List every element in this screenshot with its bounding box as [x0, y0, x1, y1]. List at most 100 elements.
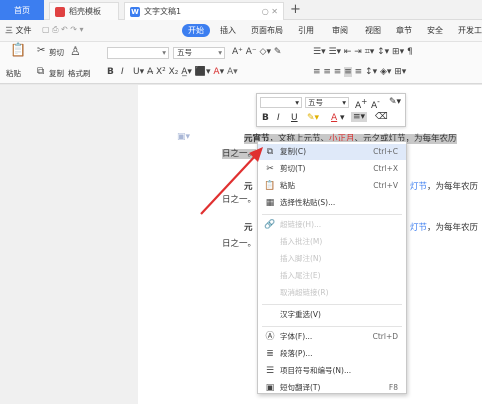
docer-logo-icon: [55, 6, 65, 17]
menu-separator: [262, 304, 402, 305]
mini-bold-button[interactable]: B: [262, 113, 269, 123]
menu-bullets-numbering[interactable]: ☰ 项目符号和编号(N)...: [258, 363, 406, 379]
paragraph-icon: ≣: [266, 349, 274, 359]
menu-copy-label: 复制(C): [280, 147, 307, 156]
menu-sections[interactable]: 章节: [396, 25, 412, 36]
italic-icon[interactable]: I: [121, 66, 124, 78]
font-name-select[interactable]: ▾: [107, 47, 169, 59]
bold-icon[interactable]: B: [107, 66, 114, 78]
menu-developer[interactable]: 开发工: [458, 25, 482, 36]
chevron-down-icon: ▾: [295, 98, 299, 107]
clear-format-icon[interactable]: ✎▾: [389, 97, 401, 107]
menu-cut[interactable]: ✂ 剪切(T) Ctrl+X: [258, 161, 406, 177]
doc-line-5-text: ，为每年农历: [427, 223, 479, 233]
menu-layout[interactable]: 页面布局: [251, 25, 283, 36]
menu-hyperlink: 🔗 超链接(H)...: [258, 217, 406, 233]
chevron-down-icon: ▾: [162, 48, 166, 57]
menu-paragraph[interactable]: ≣ 段落(P)...: [258, 346, 406, 362]
ribbon-toolbar: 📋 粘贴 ✂ 剪切 ♙ ⧉ 复制 格式刷 ▾ 五号 ▾ A⁺ A⁻ ◇▾ ✎ B …: [0, 42, 482, 84]
tab-document-label: 文字文稿1: [144, 7, 182, 16]
cut-label[interactable]: 剪切: [49, 47, 64, 58]
context-menu: ⧉ 复制(C) Ctrl+C ✂ 剪切(T) Ctrl+X 📋 粘贴 Ctrl+V ▦ 选择性…: [257, 141, 407, 394]
menu-references[interactable]: 引用: [298, 25, 314, 36]
menu-separator: [262, 214, 402, 215]
menu-copy-shortcut: Ctrl+C: [373, 147, 398, 156]
paste-icon[interactable]: 📋: [10, 44, 26, 57]
title-bar: 首页 稻壳模板 W 文字文稿1 ○ ✕ +: [0, 0, 482, 20]
font-size-select[interactable]: 五号 ▾: [173, 47, 225, 59]
tab-templates-label: 稻壳模板: [69, 7, 101, 16]
menu-paste[interactable]: 📋 粘贴 Ctrl+V: [258, 178, 406, 194]
paste-label[interactable]: 粘贴: [6, 68, 21, 79]
mini-font-color-button[interactable]: A: [331, 113, 337, 123]
doc-line-6[interactable]: 日之一。: [222, 237, 256, 249]
tab-close-icon[interactable]: ○ ✕: [262, 7, 278, 16]
translate-icon: ▣: [265, 383, 275, 393]
font-shrink-icon[interactable]: A-: [371, 97, 380, 111]
copy-icon[interactable]: ⧉: [37, 66, 44, 78]
doc-line-3-tail[interactable]: 灯节，为每年农历: [410, 180, 478, 192]
doc-line-5-tail[interactable]: 灯节，为每年农历: [410, 221, 478, 233]
mini-italic-button[interactable]: I: [277, 113, 280, 123]
menu-remove-hyperlink: 取消超链接(R): [258, 285, 406, 301]
writer-doc-icon: W: [130, 6, 140, 17]
format-painter-icon[interactable]: ♙: [70, 45, 81, 57]
doc-line-6-text: 日之一。: [222, 239, 257, 249]
tab-home-label: 首页: [14, 5, 30, 15]
paragraph-marker-icon: ▣▾: [177, 132, 191, 142]
menu-paste-shortcut: Ctrl+V: [373, 181, 398, 190]
menu-cut-label: 剪切(T): [280, 164, 306, 173]
quick-access-icons[interactable]: ▢ ⎙ ↶ ↷ ▾: [42, 25, 84, 35]
new-tab-button[interactable]: +: [290, 2, 301, 17]
format-icons-row[interactable]: U▾ A̶ X² X₂ A̲▾ ⬛▾ A▾ A▾: [133, 66, 238, 78]
menu-paste-special-label: 选择性粘贴(S)...: [280, 198, 336, 207]
menu-home[interactable]: 开始: [182, 24, 210, 37]
font-icon: Ⓐ: [265, 332, 275, 342]
highlight-icon[interactable]: ✎▾: [307, 113, 319, 123]
annotation-arrow-icon: [200, 147, 263, 215]
menu-cut-shortcut: Ctrl+X: [373, 164, 398, 173]
menu-paste-label: 粘贴: [280, 181, 295, 190]
tab-home[interactable]: 首页: [0, 0, 44, 20]
font-size-value: 五号: [177, 48, 192, 57]
mini-font-size-select[interactable]: 五号 ▾: [305, 97, 349, 108]
eraser-icon[interactable]: ⌫: [375, 112, 388, 122]
menu-insert[interactable]: 插入: [220, 25, 236, 36]
menu-insert-comment: 插入批注(M): [258, 234, 406, 250]
menu-copy[interactable]: ⧉ 复制(C) Ctrl+C: [258, 144, 406, 160]
menu-bullets-numbering-label: 项目符号和编号(N)...: [280, 366, 352, 375]
menu-hyperlink-label: 超链接(H)...: [280, 220, 322, 229]
mini-font-name-select[interactable]: ▾: [260, 97, 302, 108]
scissors-icon[interactable]: ✂: [37, 45, 45, 57]
paragraph-icons-row1[interactable]: ☰▾ ☰▾ ⇤ ⇥ ⌗▾ ↕▾ ⊞▾ ¶: [313, 46, 413, 58]
mini-font-size-value: 五号: [308, 98, 323, 107]
menu-translate[interactable]: ▣ 短句翻译(T) F8: [258, 380, 406, 396]
tab-templates[interactable]: 稻壳模板: [49, 2, 119, 20]
format-painter-label[interactable]: 格式刷: [68, 68, 91, 79]
doc-line-3-blue: 灯节: [410, 182, 428, 192]
doc-line-5[interactable]: 元: [244, 221, 253, 233]
menu-insert-footnote-label: 插入脚注(N): [280, 254, 322, 263]
doc-line-5-blue: 灯节: [410, 223, 428, 233]
menu-paste-special[interactable]: ▦ 选择性粘贴(S)...: [258, 195, 406, 211]
file-menu[interactable]: 三 文件: [5, 25, 32, 36]
menu-font[interactable]: Ⓐ 字体(F)... Ctrl+D: [258, 329, 406, 345]
ribbon-menu: 三 文件 ▢ ⎙ ↶ ↷ ▾ 开始 插入 页面布局 引用 审阅 视图 章节 安全…: [0, 20, 482, 42]
menu-security[interactable]: 安全: [427, 25, 443, 36]
paragraph-icons-row2[interactable]: ≡ ≡ ≡ ≡ ≡ ↕▾ ◈▾ ⊞▾: [313, 66, 406, 78]
tab-document[interactable]: W 文字文稿1 ○ ✕: [124, 2, 284, 20]
menu-review[interactable]: 审阅: [332, 25, 348, 36]
menu-reconvert[interactable]: 汉字重选(V): [258, 307, 406, 323]
font-grow-shrink-icons[interactable]: A⁺ A⁻ ◇▾ ✎: [232, 46, 281, 58]
chevron-down-icon[interactable]: ▾: [340, 113, 345, 123]
menu-separator: [262, 326, 402, 327]
doc-line-3-text: ，为每年农历: [427, 182, 479, 192]
mini-underline-button[interactable]: U: [291, 113, 298, 123]
menu-view[interactable]: 视图: [365, 25, 381, 36]
copy-label[interactable]: 复制: [49, 68, 64, 79]
align-icon[interactable]: ≡▾: [351, 112, 368, 122]
menu-insert-footnote: 插入脚注(N): [258, 251, 406, 267]
menu-remove-hyperlink-label: 取消超链接(R): [280, 288, 329, 297]
font-grow-icon[interactable]: A+: [355, 97, 367, 111]
menu-translate-label: 短句翻译(T): [280, 383, 321, 392]
